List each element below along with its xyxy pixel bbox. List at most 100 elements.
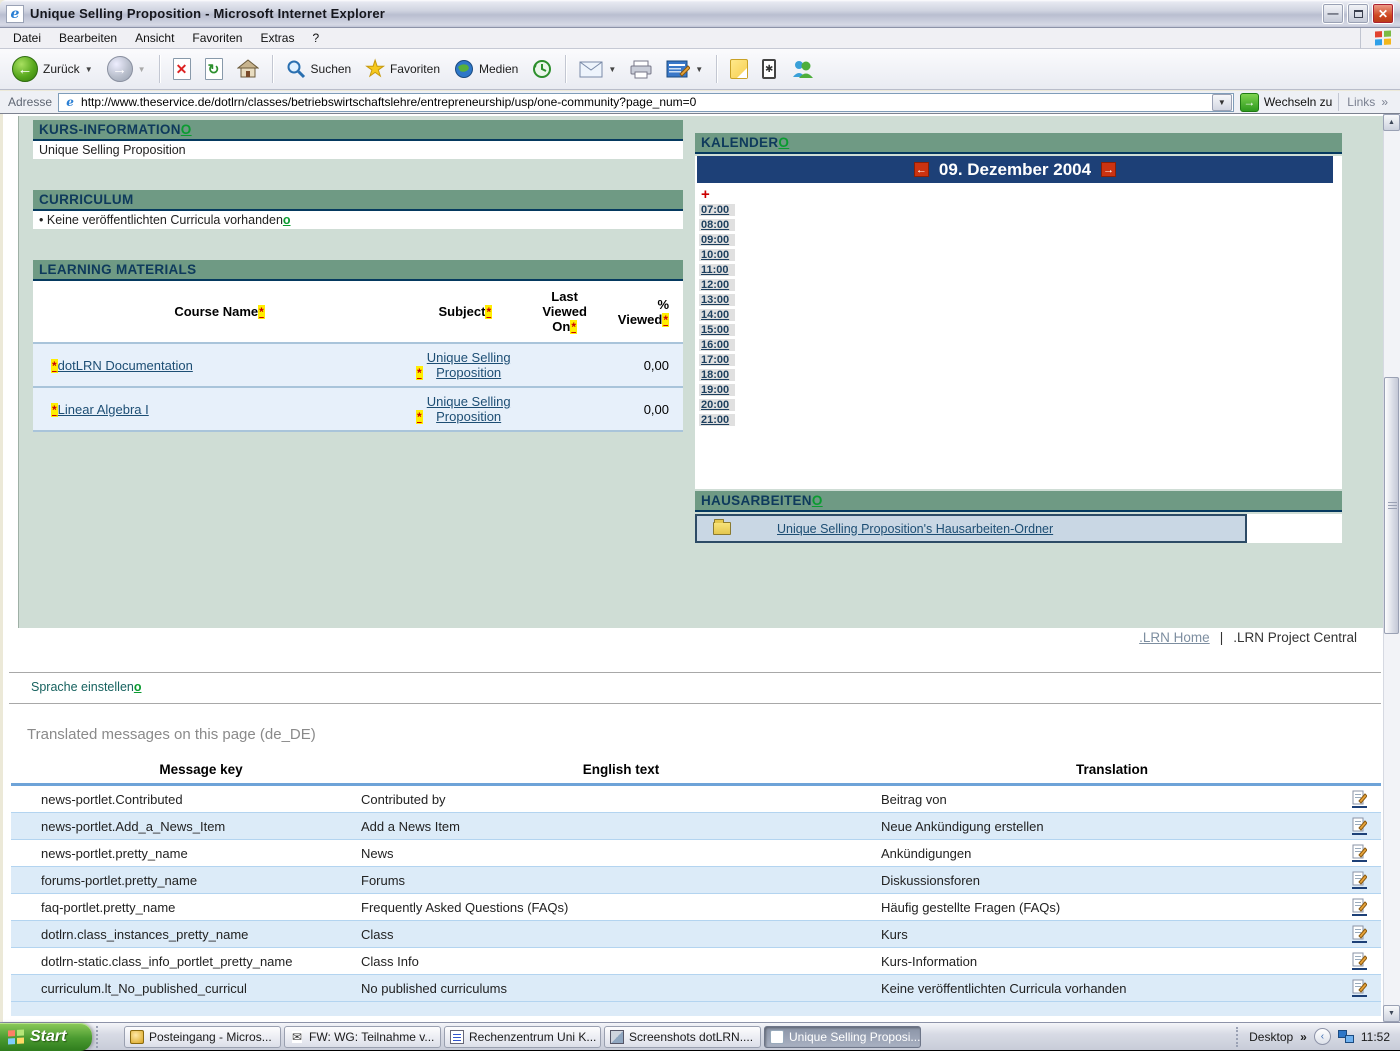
- notes-button[interactable]: [724, 56, 754, 82]
- translate-star-link[interactable]: *: [416, 366, 423, 380]
- task-button[interactable]: Screenshots dotLRN....: [604, 1026, 761, 1048]
- links-toolbar[interactable]: Links »: [1338, 93, 1396, 111]
- scrollbar-thumb[interactable]: [1384, 377, 1399, 634]
- translate-star-link[interactable]: *: [485, 305, 492, 319]
- lrn-home-link[interactable]: .LRN Home: [1139, 630, 1210, 645]
- favorites-button[interactable]: ★ Favoriten: [359, 56, 446, 82]
- menu-item[interactable]: ?: [303, 29, 328, 47]
- home-button[interactable]: [231, 56, 265, 82]
- restore-button[interactable]: [1347, 3, 1369, 24]
- search-button[interactable]: Suchen: [280, 56, 358, 82]
- mail-dropdown-icon[interactable]: ▼: [608, 65, 616, 74]
- scroll-up-button[interactable]: ▲: [1383, 114, 1400, 131]
- quick-launch-separator[interactable]: [96, 1026, 106, 1048]
- edit-translation-link[interactable]: [1352, 898, 1367, 916]
- edit-translation-link[interactable]: [1352, 790, 1367, 808]
- address-dropdown-button[interactable]: ▼: [1212, 94, 1232, 111]
- time-slot-link[interactable]: 21:00: [699, 414, 735, 426]
- course-link[interactable]: Linear Algebra I: [58, 402, 149, 417]
- back-dropdown-icon[interactable]: ▼: [85, 65, 93, 74]
- media-button[interactable]: Medien: [448, 56, 524, 82]
- close-button[interactable]: ✕: [1372, 3, 1394, 24]
- next-day-button[interactable]: →: [1101, 162, 1116, 177]
- add-event-button[interactable]: +: [701, 189, 710, 201]
- time-slot-link[interactable]: 20:00: [699, 399, 735, 411]
- refresh-button[interactable]: ↻: [199, 55, 229, 83]
- task-button[interactable]: Rechenzentrum Uni K...: [444, 1026, 601, 1048]
- col-header-last-viewed[interactable]: Last Viewed On*: [525, 281, 605, 343]
- prev-day-button[interactable]: ←: [914, 162, 929, 177]
- start-button[interactable]: Start: [0, 1023, 92, 1051]
- back-button[interactable]: ← Zurück ▼: [6, 53, 99, 85]
- stop-button[interactable]: ✕: [167, 55, 197, 83]
- course-link[interactable]: dotLRN Documentation: [58, 358, 193, 373]
- time-slot-link[interactable]: 15:00: [699, 324, 735, 336]
- menu-item[interactable]: Datei: [4, 29, 50, 47]
- desktop-chevron-icon[interactable]: »: [1300, 1030, 1307, 1044]
- time-slot-link[interactable]: 18:00: [699, 369, 735, 381]
- hide-tray-icons-button[interactable]: ‹: [1314, 1028, 1331, 1045]
- time-slot-link[interactable]: 14:00: [699, 309, 735, 321]
- menu-item[interactable]: Bearbeiten: [50, 29, 126, 47]
- print-button[interactable]: [624, 57, 658, 82]
- col-header-pct-viewed[interactable]: % Viewed*: [605, 281, 683, 343]
- lrn-project-central-link[interactable]: .LRN Project Central: [1233, 630, 1357, 645]
- menu-item[interactable]: Ansicht: [126, 29, 183, 47]
- kalender-translate-link[interactable]: O: [778, 135, 789, 150]
- hausarbeiten-folder-link[interactable]: Unique Selling Proposition's Hausarbeite…: [777, 522, 1053, 536]
- menu-item[interactable]: Extras: [251, 29, 303, 47]
- translate-star-link[interactable]: *: [416, 410, 423, 424]
- desktop-toolbar-label[interactable]: Desktop: [1249, 1030, 1293, 1044]
- minimize-button[interactable]: —: [1322, 3, 1344, 24]
- menu-item[interactable]: Favoriten: [183, 29, 251, 47]
- edit-translation-link[interactable]: [1352, 952, 1367, 970]
- time-slot-link[interactable]: 10:00: [699, 249, 735, 261]
- scroll-down-button[interactable]: ▼: [1383, 1005, 1400, 1022]
- subject-link[interactable]: Unique Selling Proposition: [423, 350, 515, 380]
- time-slot-link[interactable]: 12:00: [699, 279, 735, 291]
- tray-separator[interactable]: [1236, 1027, 1242, 1047]
- edit-translation-link[interactable]: [1352, 925, 1367, 943]
- time-slot-link[interactable]: 13:00: [699, 294, 735, 306]
- vertical-scrollbar[interactable]: ▲ ▼: [1383, 114, 1400, 1022]
- task-button[interactable]: FW: WG: Teilnahme v...: [284, 1026, 441, 1048]
- col-header-subject[interactable]: Subject*: [406, 281, 524, 343]
- col-header-course-name[interactable]: Course Name*: [33, 281, 406, 343]
- forward-dropdown-icon[interactable]: ▼: [138, 65, 146, 74]
- translate-star-link[interactable]: *: [570, 320, 577, 334]
- edit-dropdown-icon[interactable]: ▼: [695, 65, 703, 74]
- messenger-button[interactable]: [784, 56, 820, 82]
- forward-button[interactable]: → ▼: [101, 53, 152, 85]
- hausarbeiten-translate-link[interactable]: O: [812, 493, 823, 508]
- translate-star-link[interactable]: *: [51, 403, 58, 417]
- time-slot-link[interactable]: 19:00: [699, 384, 735, 396]
- address-input[interactable]: [81, 95, 1212, 109]
- time-slot-link[interactable]: 11:00: [699, 264, 735, 276]
- edit-translation-link[interactable]: [1352, 979, 1367, 997]
- mail-button[interactable]: ▼: [573, 58, 622, 81]
- set-language-link[interactable]: Sprache einstellen: [31, 680, 134, 694]
- subject-link[interactable]: Unique Selling Proposition: [423, 394, 515, 424]
- network-tray-icon[interactable]: [1338, 1030, 1354, 1043]
- edit-translation-link[interactable]: [1352, 844, 1367, 862]
- edit-translation-link[interactable]: [1352, 871, 1367, 889]
- time-slot-link[interactable]: 07:00: [699, 204, 735, 216]
- time-slot-link[interactable]: 17:00: [699, 354, 735, 366]
- edit-button[interactable]: ▼: [660, 57, 709, 82]
- task-button[interactable]: Unique Selling Proposi...: [764, 1026, 921, 1048]
- history-button[interactable]: [526, 56, 558, 82]
- kurs-information-translate-link[interactable]: O: [181, 122, 192, 137]
- edit-translation-link[interactable]: [1352, 817, 1367, 835]
- translate-star-link[interactable]: *: [258, 305, 265, 319]
- task-button[interactable]: Posteingang - Micros...: [124, 1026, 281, 1048]
- translate-star-link[interactable]: *: [51, 359, 58, 373]
- go-button[interactable]: → Wechseln zu: [1240, 93, 1332, 112]
- links-chevron-icon[interactable]: »: [1381, 95, 1388, 109]
- messenger-device-button[interactable]: ✱: [756, 56, 782, 82]
- time-slot-link[interactable]: 08:00: [699, 219, 735, 231]
- time-slot-link[interactable]: 09:00: [699, 234, 735, 246]
- translate-star-link[interactable]: *: [662, 313, 669, 327]
- language-translate-link[interactable]: o: [134, 680, 142, 694]
- time-slot-link[interactable]: 16:00: [699, 339, 735, 351]
- curriculum-translate-link[interactable]: o: [283, 213, 291, 227]
